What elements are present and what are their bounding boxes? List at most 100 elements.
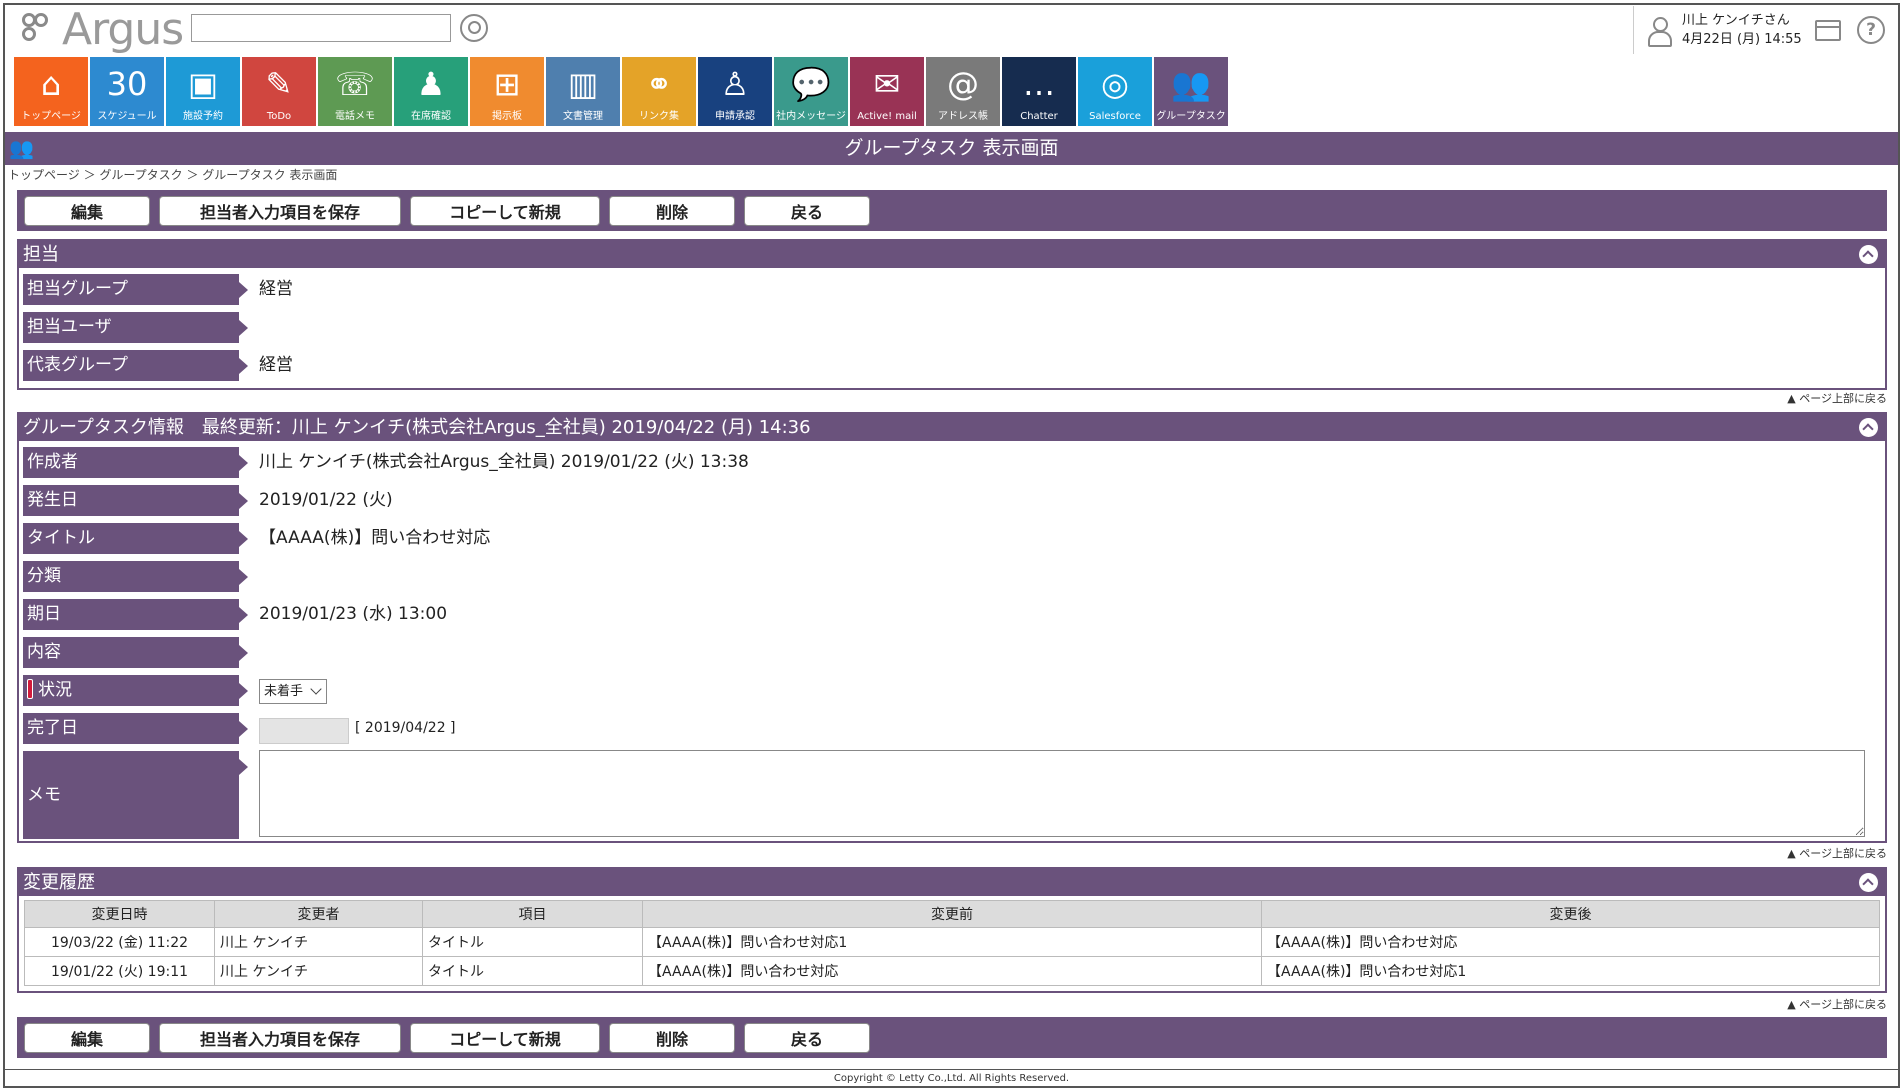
app-tile-label: Chatter xyxy=(1020,111,1058,122)
creator-label: 作成者 xyxy=(23,447,248,478)
footer-divider xyxy=(5,1069,1898,1070)
app-tile[interactable]: ◎ Salesforce xyxy=(1078,57,1152,126)
delete-button[interactable]: 削除 xyxy=(609,1022,735,1053)
app-tile[interactable]: 30 スケジュール xyxy=(90,57,164,126)
user-datetime: 4月22日 (月) 14:55 xyxy=(1682,32,1802,47)
history-datetime: 19/01/22 (火) 19:11 xyxy=(24,956,215,986)
history-user: 川上 ケンイチ xyxy=(214,927,423,957)
page-title: グループタスク 表示画面 xyxy=(844,137,1059,159)
content-label: 内容 xyxy=(23,637,248,668)
table-row: 19/03/22 (金) 11:22 川上 ケンイチ タイトル 【AAAA(株)… xyxy=(24,927,1880,957)
memo-label: メモ xyxy=(23,751,248,839)
completion-date-suggest-link[interactable]: [ 2019/04/22 ] xyxy=(355,713,456,744)
status-label: 状況 xyxy=(38,680,72,700)
app-tile[interactable]: ♙ 申請承認 xyxy=(698,57,772,126)
app-tile-label: 在席確認 xyxy=(411,111,451,122)
due-date-value: 2019/01/23 (水) 13:00 xyxy=(259,604,448,624)
app-tile[interactable]: ♟ 在席確認 xyxy=(394,57,468,126)
app-tile[interactable]: ⌂ トップページ xyxy=(14,57,88,126)
history-after: 【AAAA(株)】問い合わせ対応1 xyxy=(1261,956,1880,986)
column-header: 変更者 xyxy=(214,900,423,928)
save-assignee-button[interactable]: 担当者入力項目を保存 xyxy=(159,195,401,226)
assignee-panel: 担当 担当グループ 経営 担当ユーザ 代表グループ 経営 xyxy=(17,239,1887,390)
app-tile[interactable]: ✉ Active! mail xyxy=(850,57,924,126)
user-info[interactable]: 川上 ケンイチさん 4月22日 (月) 14:55 xyxy=(1633,6,1802,54)
history-panel: 変更履歴 変更日時 変更者 項目 変更前 変更後 19/03/22 (金) 11… xyxy=(17,867,1887,993)
history-heading: 変更履歴 xyxy=(23,872,95,893)
save-assignee-button[interactable]: 担当者入力項目を保存 xyxy=(159,1022,401,1053)
top-button-bar: 編集 担当者入力項目を保存 コピーして新規 削除 戻る xyxy=(17,190,1887,231)
app-tile[interactable]: ▥ 文書管理 xyxy=(546,57,620,126)
facility-icon: ▣ xyxy=(187,65,219,103)
copyright-text: Copyright © Letty Co.,Ltd. All Rights Re… xyxy=(833,1073,1070,1084)
title-value: 【AAAA(株)】問い合わせ対応 xyxy=(259,528,491,548)
app-tile-label: 社内メッセージ xyxy=(776,111,846,122)
window-icon[interactable] xyxy=(1815,20,1841,41)
app-launcher: ⌂ トップページ 30 スケジュール ▣ 施設予約 ✎ ToDo ☏ 電話メモ ♟ 在席確認 ⊞ 掲示板 ▥… xyxy=(14,57,1228,126)
history-table: 変更日時 変更者 項目 変更前 変更後 19/03/22 (金) 11:22 川… xyxy=(24,900,1880,986)
column-header: 変更前 xyxy=(642,900,1262,928)
copy-new-button[interactable]: コピーして新規 xyxy=(410,1022,600,1053)
history-field: タイトル xyxy=(422,956,643,986)
assignee-group-value: 経営 xyxy=(259,279,293,299)
argus-logo[interactable]: Argus xyxy=(22,3,184,55)
assignee-group-label: 担当グループ xyxy=(23,274,248,305)
history-field: タイトル xyxy=(422,927,643,957)
app-tile-label: スケジュール xyxy=(97,111,157,122)
app-tile[interactable]: 👥 グループタスク xyxy=(1154,57,1228,126)
history-datetime: 19/03/22 (金) 11:22 xyxy=(24,927,215,957)
search-icon[interactable] xyxy=(460,14,488,42)
app-tile[interactable]: @ アドレス帳 xyxy=(926,57,1000,126)
app-tile[interactable]: ⊞ 掲示板 xyxy=(470,57,544,126)
due-date-label: 期日 xyxy=(23,599,248,630)
phone-icon: ☏ xyxy=(334,65,375,103)
app-tile[interactable]: ⚭ リンク集 xyxy=(622,57,696,126)
help-icon[interactable]: ? xyxy=(1857,16,1885,44)
chevron-down-icon xyxy=(310,683,322,695)
search-input[interactable] xyxy=(191,14,451,42)
app-tile-label: アドレス帳 xyxy=(938,111,988,122)
collapse-icon[interactable] xyxy=(1859,418,1878,437)
group-task-icon: 👥 xyxy=(1171,65,1211,103)
back-button[interactable]: 戻る xyxy=(744,195,870,226)
app-tile-label: リンク集 xyxy=(639,111,679,122)
memo-textarea[interactable] xyxy=(259,750,1865,837)
page-title-bar: 👥 グループタスク 表示画面 xyxy=(5,132,1898,165)
assignee-user-label: 担当ユーザ xyxy=(23,312,248,343)
app-tile[interactable]: … Chatter xyxy=(1002,57,1076,126)
completion-date-label: 完了日 xyxy=(23,713,248,744)
completion-date-input[interactable] xyxy=(259,718,349,744)
creator-value: 川上 ケンイチ(株式会社Argus_全社員) 2019/01/22 (火) 13… xyxy=(259,452,749,472)
logo-text: Argus xyxy=(62,3,184,55)
app-tile[interactable]: ▣ 施設予約 xyxy=(166,57,240,126)
back-to-top-link[interactable]: ▲ ページ上部に戻る xyxy=(1787,996,1887,1012)
status-select[interactable]: 未着手 xyxy=(259,679,327,704)
board-icon: ⊞ xyxy=(493,65,521,103)
representative-group-label: 代表グループ xyxy=(23,350,248,381)
category-label: 分類 xyxy=(23,561,248,592)
app-tile-label: トップページ xyxy=(21,111,81,122)
back-to-top-link[interactable]: ▲ ページ上部に戻る xyxy=(1787,390,1887,406)
collapse-icon[interactable] xyxy=(1859,245,1878,264)
collapse-icon[interactable] xyxy=(1859,873,1878,892)
task-info-panel: グループタスク情報 最終更新：川上 ケンイチ(株式会社Argus_全社員) 20… xyxy=(17,412,1887,843)
message-icon: 💬 xyxy=(791,65,831,103)
breadcrumb[interactable]: トップページ ＞ グループタスク ＞ グループタスク 表示画面 xyxy=(8,166,337,183)
app-tile[interactable]: 💬 社内メッセージ xyxy=(774,57,848,126)
back-button[interactable]: 戻る xyxy=(744,1022,870,1053)
back-to-top-link[interactable]: ▲ ページ上部に戻る xyxy=(1787,845,1887,861)
edit-button[interactable]: 編集 xyxy=(24,195,150,226)
chatter-icon: … xyxy=(1023,65,1055,103)
occurrence-date-label: 発生日 xyxy=(23,485,248,516)
app-tile-label: 電話メモ xyxy=(335,111,375,122)
representative-group-value: 経営 xyxy=(259,355,293,375)
delete-button[interactable]: 削除 xyxy=(609,195,735,226)
app-tile[interactable]: ✎ ToDo xyxy=(242,57,316,126)
app-tile-label: グループタスク xyxy=(1156,111,1226,122)
app-tile[interactable]: ☏ 電話メモ xyxy=(318,57,392,126)
history-after: 【AAAA(株)】問い合わせ対応 xyxy=(1261,927,1880,957)
copy-new-button[interactable]: コピーして新規 xyxy=(410,195,600,226)
history-before: 【AAAA(株)】問い合わせ対応 xyxy=(642,956,1262,986)
edit-button[interactable]: 編集 xyxy=(24,1022,150,1053)
approval-icon: ♙ xyxy=(720,65,750,103)
